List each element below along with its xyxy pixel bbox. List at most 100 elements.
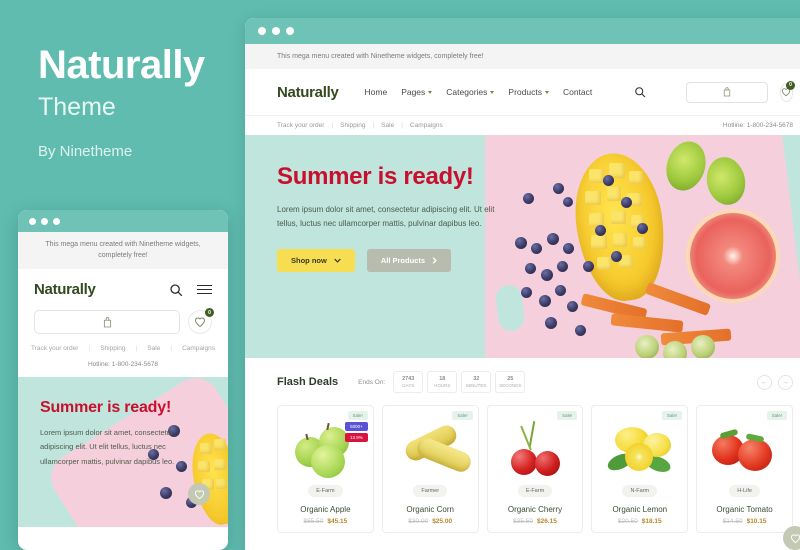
countdown-unit: MINUTES <box>466 383 487 388</box>
window-dot-maximize[interactable] <box>53 217 60 225</box>
utility-link-shipping[interactable]: Shipping <box>100 345 125 352</box>
separator: | <box>135 345 138 352</box>
wishlist-count-badge: 0 <box>205 308 214 317</box>
nav-item-contact[interactable]: Contact <box>563 87 592 97</box>
product-name: Organic Cherry <box>507 505 563 514</box>
page-root: Naturally Theme By Ninetheme This mega m… <box>0 0 800 550</box>
cart-button[interactable] <box>34 310 180 334</box>
cart-button[interactable] <box>686 81 768 103</box>
utility-link-sale[interactable]: Sale <box>147 345 160 352</box>
window-dot-close[interactable] <box>29 217 36 225</box>
countdown-unit: HOURS <box>434 383 451 388</box>
flash-deals-bar: Flash Deals Ends On: 2743 DAYS 18 HOURS … <box>245 358 800 393</box>
product-name: Organic Lemon <box>612 505 668 514</box>
search-icon[interactable] <box>169 283 183 297</box>
product-card-organic-lemon[interactable]: Sale! N-Farm Organic Lemon $20.50 $18.15 <box>591 405 689 533</box>
tag-sale: Sale! <box>661 411 683 420</box>
desktop-hero: Summer is ready! Lorem ipsum dolor sit a… <box>245 135 800 358</box>
separator: | <box>401 122 403 129</box>
window-dot-maximize[interactable] <box>286 27 294 35</box>
shopping-bag-icon <box>103 316 111 327</box>
hero-heading: Summer is ready! <box>277 163 474 190</box>
nav-item-home[interactable]: Home <box>365 87 388 97</box>
hotline-text: Hotline: 1-800-234-5678 <box>722 122 793 129</box>
site-logo[interactable]: Naturally <box>277 84 339 101</box>
chevron-right-icon <box>432 257 437 264</box>
hero-buttons: Shop now All Products <box>277 249 527 272</box>
nav-label: Pages <box>401 87 426 97</box>
product-price-new: $26.15 <box>536 518 557 525</box>
shop-now-button[interactable]: Shop now <box>277 249 355 272</box>
utility-link-campaigns[interactable]: Campaigns <box>182 345 215 352</box>
chevron-down-icon <box>334 258 341 263</box>
tag-sale: Sale! <box>557 411 578 420</box>
search-icon[interactable] <box>634 86 646 98</box>
utility-link-sale[interactable]: Sale <box>381 122 394 129</box>
chevron-down-icon <box>544 90 549 94</box>
all-products-label: All Products <box>380 256 426 265</box>
product-price-old: $20.50 <box>617 518 638 525</box>
product-price: $35.50 $26.15 <box>513 518 557 525</box>
product-card-organic-corn[interactable]: Sale! Farmer Organic Corn $30.00 $25.00 <box>381 405 479 533</box>
nav-item-pages[interactable]: Pages <box>401 87 433 97</box>
shop-now-label: Shop now <box>291 256 327 265</box>
window-dot-minimize[interactable] <box>272 27 280 35</box>
wishlist-button[interactable]: 0 <box>188 308 214 334</box>
main-navigation: Home Pages Categories Products Contact <box>365 87 593 97</box>
product-brand: N-Farm <box>622 485 658 497</box>
utility-link-track-your-order[interactable]: Track your order <box>31 345 78 352</box>
chevron-down-icon <box>428 90 433 94</box>
product-name: Organic Corn <box>406 505 454 514</box>
window-dot-close[interactable] <box>258 27 266 35</box>
countdown-value: 18 <box>439 376 446 382</box>
mobile-browser-window: This mega menu created with Ninetheme wi… <box>18 210 228 550</box>
nav-item-products[interactable]: Products <box>508 87 549 97</box>
hero-paragraph: Lorem ipsum dolor sit amet, consectetur … <box>277 205 495 228</box>
product-image-lemon <box>599 419 680 477</box>
product-price-new: $25.00 <box>432 518 453 525</box>
all-products-button[interactable]: All Products <box>366 249 452 272</box>
tag-stock: 5000+ <box>345 422 368 431</box>
tag-sale: Sale! <box>452 411 473 420</box>
countdown-value: 25 <box>507 376 514 382</box>
nav-label: Home <box>364 87 388 97</box>
nav-label: Contact <box>562 87 593 97</box>
separator: | <box>331 122 334 129</box>
promo-title: Naturally <box>38 43 205 87</box>
product-price-new: $10.15 <box>746 518 767 525</box>
utility-link-shipping[interactable]: Shipping <box>340 122 365 129</box>
arrow-right-icon[interactable]: → <box>778 374 793 390</box>
heart-icon <box>790 533 800 543</box>
nav-label: Products <box>508 87 542 97</box>
chevron-down-icon <box>490 90 495 94</box>
product-brand: H-Life <box>729 485 760 497</box>
product-card-organic-tomato[interactable]: Sale! H-Life Organic Tomato $14.50 $10.15 <box>696 405 793 533</box>
hero-copy: Summer is ready! Lorem ipsum dolor sit a… <box>277 163 527 272</box>
wishlist-button[interactable]: 0 <box>779 80 795 102</box>
product-price-old: $35.50 <box>513 518 533 525</box>
product-card-organic-cherry[interactable]: Sale! E-Farm Organic Cherry $35.50 $26.15 <box>486 405 584 533</box>
window-dot-minimize[interactable] <box>41 217 48 225</box>
floating-wishlist-button[interactable] <box>783 526 800 550</box>
nav-label: Categories <box>446 87 488 97</box>
utility-link-track-your-order[interactable]: Track your order <box>277 122 324 129</box>
carousel-controls: ← → <box>757 374 793 390</box>
separator: | <box>170 345 173 352</box>
tag-sale: Sale! <box>347 411 368 420</box>
utility-link-campaigns[interactable]: Campaigns <box>410 122 443 129</box>
product-price-old: $30.00 <box>408 518 429 525</box>
wishlist-count-badge: 0 <box>786 80 795 90</box>
mobile-search-row: 0 <box>18 298 228 334</box>
hamburger-menu-icon[interactable] <box>197 284 212 295</box>
countdown-unit: SECONDS <box>499 383 522 388</box>
nav-item-categories[interactable]: Categories <box>446 87 495 97</box>
countdown-unit: DAYS <box>402 383 415 388</box>
product-image-corn <box>390 419 474 477</box>
product-card-organic-apple[interactable]: Sale! 5000+ 13.9% E-Farm Organic Apple $… <box>277 405 374 533</box>
desktop-header: Naturally Home Pages Categories Products <box>245 69 800 115</box>
product-image-tomato <box>704 419 785 477</box>
arrow-left-icon[interactable]: ← <box>757 374 772 390</box>
floating-wishlist-button[interactable] <box>188 483 210 505</box>
site-logo[interactable]: Naturally <box>34 281 96 298</box>
desktop-titlebar <box>245 18 800 44</box>
